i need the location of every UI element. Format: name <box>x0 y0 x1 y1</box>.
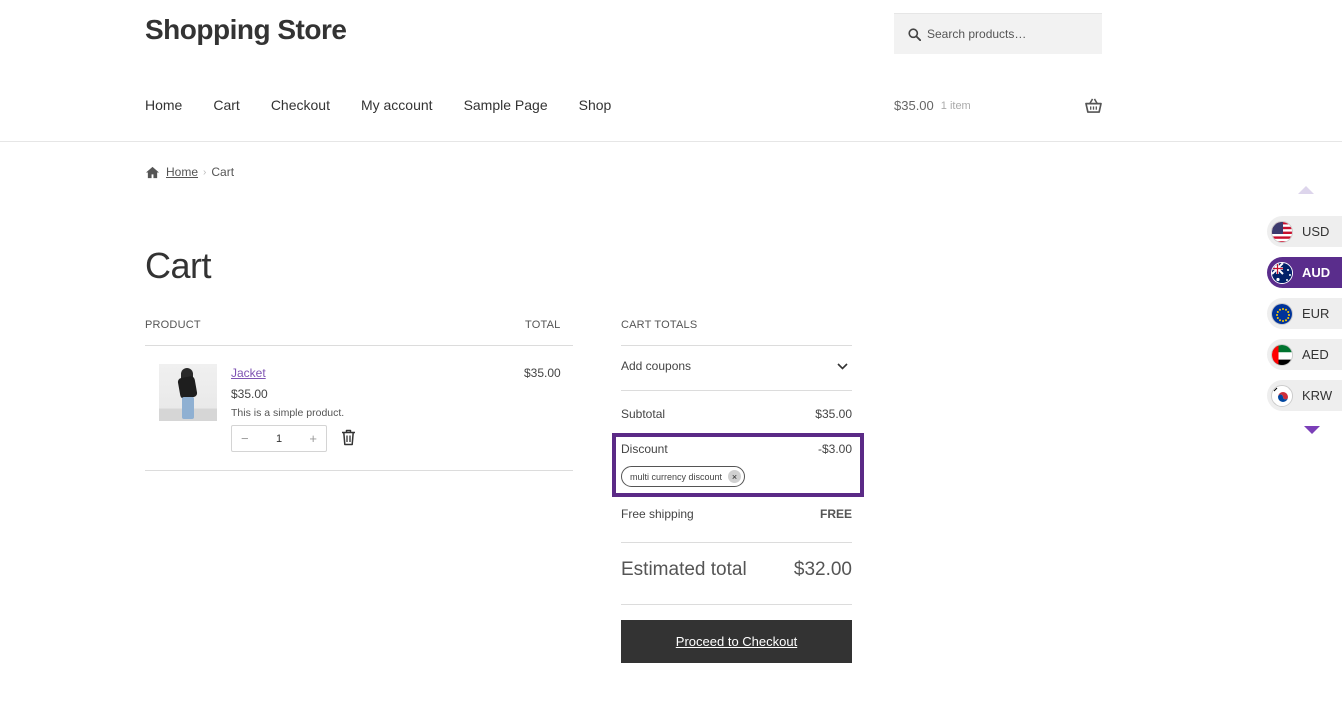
subtotal-label: Subtotal <box>621 407 666 421</box>
nav-item-my-account[interactable]: My account <box>361 97 433 113</box>
quantity-value[interactable]: 1 <box>276 433 282 445</box>
estimated-divider <box>621 604 852 605</box>
column-header-product: PRODUCT <box>145 319 201 331</box>
currency-code: USD <box>1302 224 1330 239</box>
currency-code: EUR <box>1302 306 1330 321</box>
shipping-row: Free shipping FREE <box>621 507 852 521</box>
primary-nav: Home Cart Checkout My account Sample Pag… <box>145 97 642 113</box>
product-price: $35.00 <box>231 387 268 401</box>
product-line-total: $35.00 <box>524 366 561 380</box>
nav-item-cart[interactable]: Cart <box>213 97 239 113</box>
us-flag-icon <box>1271 220 1293 243</box>
currency-code: AED <box>1302 347 1329 362</box>
add-coupons-toggle[interactable]: Add coupons <box>621 359 852 373</box>
shipping-label: Free shipping <box>621 507 694 521</box>
currency-option-aed[interactable]: AED <box>1267 339 1342 370</box>
breadcrumb: Home › Cart <box>145 165 234 179</box>
column-header-total: TOTAL <box>525 319 561 331</box>
page-title: Cart <box>145 245 212 286</box>
discount-row: Discount -$3.00 <box>621 442 852 456</box>
cart-totals-heading: CART TOTALS <box>621 319 698 331</box>
breadcrumb-home-link[interactable]: Home <box>166 165 198 179</box>
quantity-stepper[interactable]: − 1 + <box>231 425 327 452</box>
home-icon <box>146 166 159 178</box>
quantity-decrease-button[interactable]: − <box>241 431 249 446</box>
breadcrumb-current: Cart <box>211 165 235 179</box>
coupons-divider <box>621 390 852 391</box>
currency-code: AUD <box>1302 265 1331 280</box>
currency-option-eur[interactable]: EUR <box>1267 298 1342 329</box>
product-description: This is a simple product. <box>231 407 345 419</box>
search-input[interactable] <box>927 27 1097 41</box>
search-box[interactable] <box>894 13 1102 54</box>
eu-flag-icon <box>1271 302 1293 325</box>
shipping-divider <box>621 542 852 543</box>
product-name-link[interactable]: Jacket <box>231 366 266 380</box>
mini-cart-amount: $35.00 <box>894 98 934 113</box>
nav-item-checkout[interactable]: Checkout <box>271 97 330 113</box>
breadcrumb-separator-icon: › <box>203 166 207 178</box>
search-icon <box>908 27 921 41</box>
scroll-down-arrow-icon[interactable] <box>1304 426 1320 434</box>
totals-header-divider <box>621 345 852 346</box>
quantity-increase-button[interactable]: + <box>309 431 317 446</box>
estimated-total-row: Estimated total $32.00 <box>621 559 852 581</box>
remove-coupon-icon[interactable]: × <box>728 470 742 483</box>
scroll-up-arrow-icon[interactable] <box>1298 186 1314 194</box>
table-header-divider <box>145 345 573 346</box>
currency-code: KRW <box>1302 388 1333 403</box>
subtotal-row: Subtotal $35.00 <box>621 407 852 421</box>
coupon-chip-label: multi currency discount <box>630 471 723 482</box>
basket-icon <box>1085 98 1102 113</box>
discount-label: Discount <box>621 442 668 456</box>
proceed-to-checkout-button[interactable]: Proceed to Checkout <box>621 620 852 663</box>
mini-cart[interactable]: $35.00 1 item <box>894 98 1102 113</box>
subtotal-value: $35.00 <box>815 407 852 421</box>
currency-option-usd[interactable]: USD <box>1267 216 1342 247</box>
nav-item-shop[interactable]: Shop <box>579 97 612 113</box>
table-footer-divider <box>145 470 573 471</box>
currency-option-krw[interactable]: KRW <box>1267 380 1342 411</box>
trash-icon[interactable] <box>341 429 356 446</box>
currency-option-aud[interactable]: AUD <box>1267 257 1342 288</box>
mini-cart-count: 1 item <box>940 99 971 112</box>
shipping-value: FREE <box>819 507 852 521</box>
add-coupons-label: Add coupons <box>621 359 692 373</box>
chevron-down-icon <box>837 362 848 370</box>
coupon-chip: multi currency discount × <box>621 466 746 487</box>
header-divider <box>0 141 1342 142</box>
discount-value: -$3.00 <box>817 442 852 456</box>
estimated-total-value: $32.00 <box>793 559 852 580</box>
nav-item-sample-page[interactable]: Sample Page <box>464 97 548 113</box>
estimated-total-label: Estimated total <box>621 559 747 580</box>
site-title[interactable]: Shopping Store <box>145 14 347 46</box>
ae-flag-icon <box>1271 343 1293 366</box>
nav-item-home[interactable]: Home <box>145 97 182 113</box>
kr-flag-icon <box>1271 384 1293 407</box>
product-thumbnail[interactable] <box>159 364 217 421</box>
au-flag-icon <box>1271 261 1293 284</box>
